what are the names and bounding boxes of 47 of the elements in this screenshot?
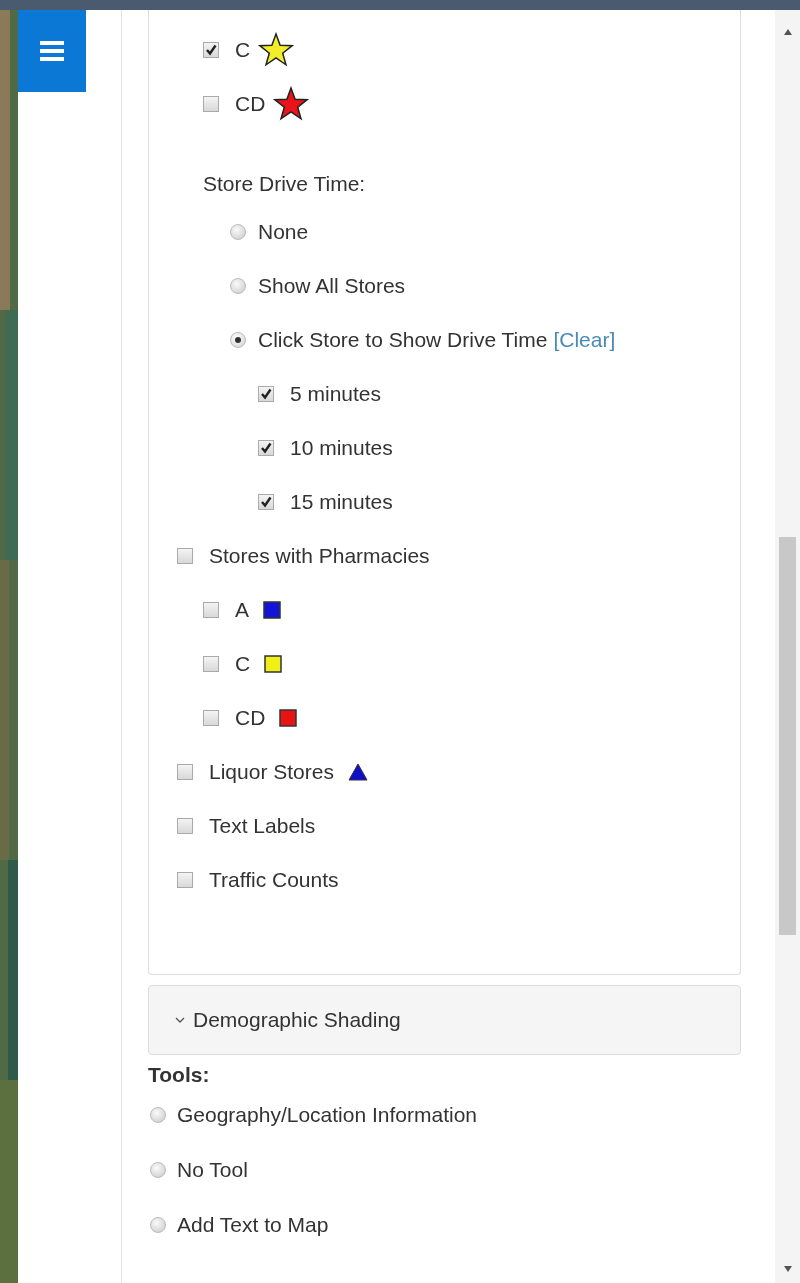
layer-label: Text Labels [209,814,316,838]
checkbox[interactable] [203,96,219,112]
checkbox[interactable] [203,656,219,672]
chevron-icon [175,1016,185,1024]
scrollbar[interactable] [775,10,800,1283]
checkbox[interactable] [203,710,219,726]
radio-button[interactable] [230,278,246,294]
tool-label: No Tool [177,1157,248,1182]
section-heading: Store Drive Time: [203,172,366,196]
option-label: None [258,220,309,244]
layer-label: CD [235,706,266,730]
radio-button[interactable] [230,332,246,348]
accordion-header[interactable]: Demographic Shading [148,985,741,1055]
menu-button[interactable] [18,10,86,92]
layer-label: CD [235,92,266,116]
layer-label: C [235,652,251,676]
checkbox[interactable] [258,494,274,510]
tools-heading: Tools: [148,1063,211,1087]
layer-label: 10 minutes [290,436,393,460]
checkbox[interactable] [177,548,193,564]
checkbox[interactable] [203,42,219,58]
layer-label: A [235,598,249,622]
checkbox[interactable] [177,872,193,888]
scroll-down-icon[interactable] [783,1265,793,1273]
layer-label: Stores with Pharmacies [209,544,430,568]
scroll-thumb[interactable] [779,537,796,935]
layer-label: 15 minutes [290,490,393,514]
menu-icon [38,39,66,63]
checkbox[interactable] [177,818,193,834]
layer-label: Liquor Stores [209,760,334,784]
scroll-up-icon[interactable] [783,28,793,36]
clear-link[interactable]: [Clear] [553,328,616,352]
checkbox[interactable] [177,764,193,780]
layer-label: Traffic Counts [209,868,339,892]
radio-button[interactable] [150,1106,166,1123]
checkbox[interactable] [258,440,274,456]
layer-label: C [235,38,251,62]
tool-label: Geography/Location Information [177,1102,478,1127]
layer-label: 5 minutes [290,382,382,406]
checkbox[interactable] [258,386,274,402]
option-label: Show All Stores [258,274,406,298]
tool-label: Add Text to Map [177,1212,329,1237]
checkbox[interactable] [203,602,219,618]
option-label: Click Store to Show Drive Time [258,328,548,352]
radio-button[interactable] [230,224,246,240]
radio-button[interactable] [150,1161,166,1178]
radio-button[interactable] [150,1216,166,1233]
